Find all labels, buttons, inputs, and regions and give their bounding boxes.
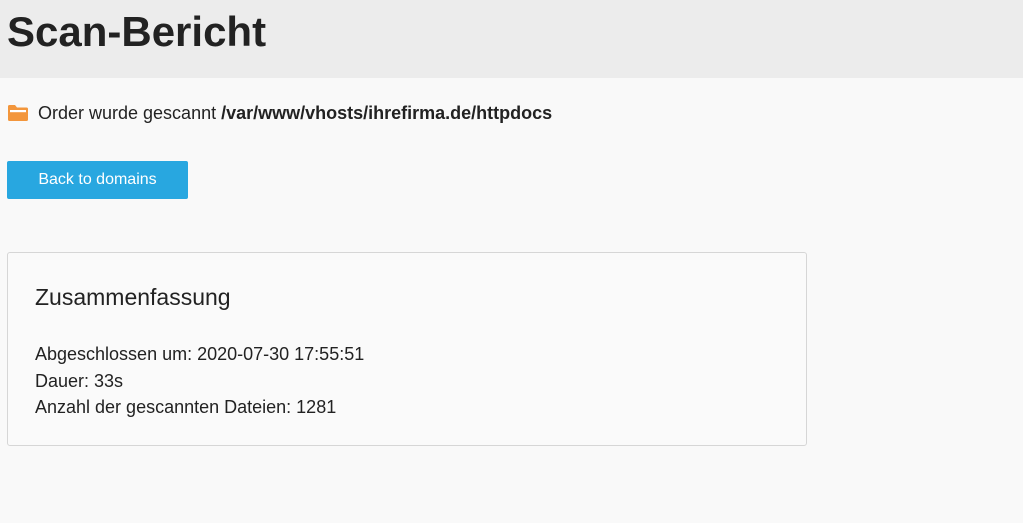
scan-info-text: Order wurde gescannt xyxy=(38,102,217,123)
scan-info: Order wurde gescannt /var/www/vhosts/ihr… xyxy=(7,101,552,125)
scanned-file-count: Anzahl der gescannten Dateien: 1281 xyxy=(35,397,337,417)
back-to-domains-button[interactable]: Back to domains xyxy=(7,161,188,199)
duration: Dauer: 33s xyxy=(35,370,124,391)
page-header: Scan-Bericht xyxy=(0,0,1023,78)
folder-icon xyxy=(7,104,29,122)
scan-path: /var/www/vhosts/ihrefirma.de/httpdocs xyxy=(221,102,553,123)
summary-details: Abgeschlossen um: 2020-07-30 17:55:51 Da… xyxy=(35,341,364,421)
summary-title: Zusammenfassung xyxy=(35,284,231,310)
summary-card: Zusammenfassung Abgeschlossen um: 2020-0… xyxy=(7,252,807,446)
completed-at: Abgeschlossen um: 2020-07-30 17:55:51 xyxy=(35,344,365,364)
page-title: Scan-Bericht xyxy=(7,8,267,55)
